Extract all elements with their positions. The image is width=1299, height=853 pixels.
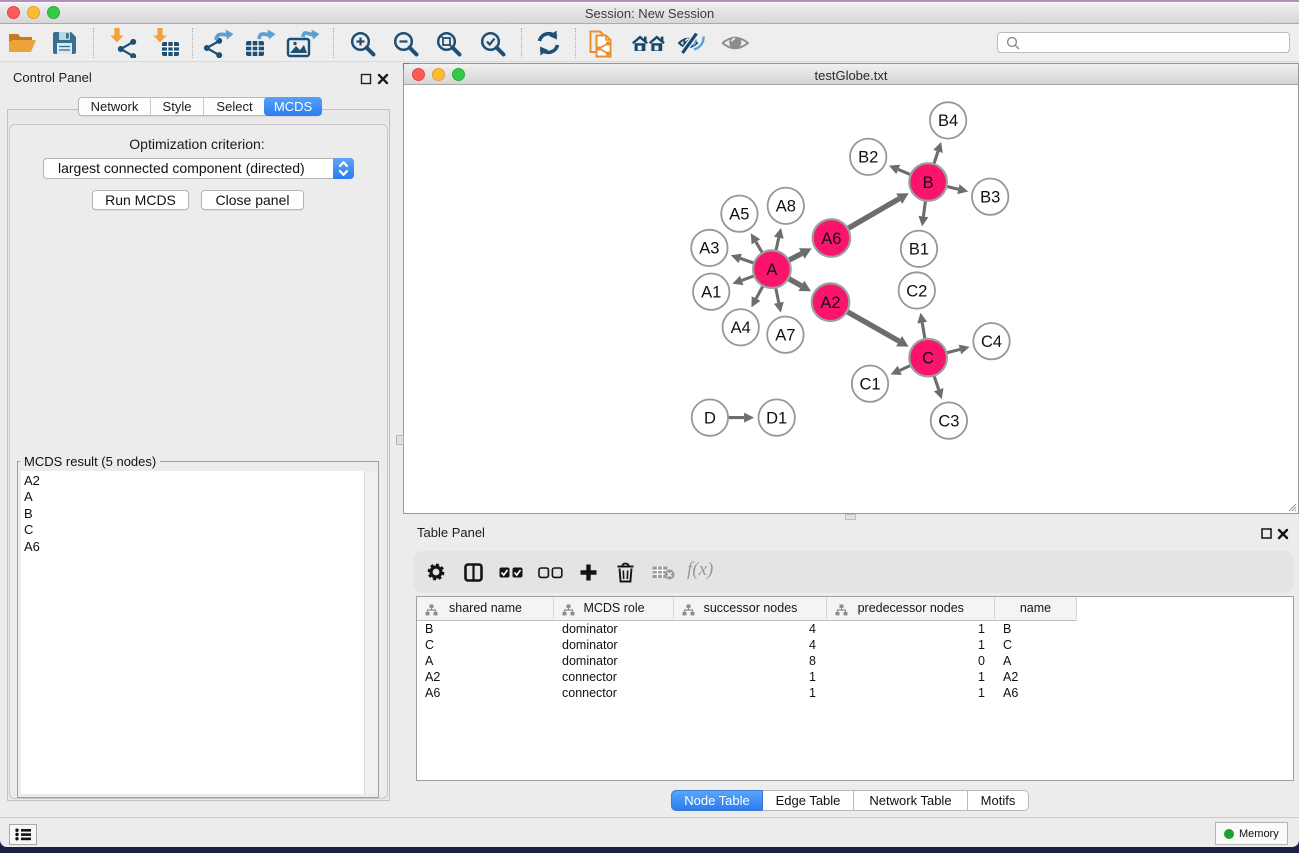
svg-text:A2: A2 (820, 294, 840, 312)
svg-text:C2: C2 (906, 282, 927, 300)
svg-text:A5: A5 (729, 206, 749, 224)
svg-text:B3: B3 (980, 189, 1000, 207)
svg-text:B: B (923, 174, 934, 192)
svg-text:A1: A1 (701, 284, 721, 302)
svg-text:D1: D1 (766, 409, 787, 427)
svg-text:C4: C4 (981, 333, 1002, 351)
svg-text:A3: A3 (699, 240, 719, 258)
svg-text:C: C (922, 350, 934, 368)
svg-text:B1: B1 (909, 241, 929, 259)
svg-text:A4: A4 (731, 319, 751, 337)
svg-text:A7: A7 (775, 327, 795, 345)
svg-text:C3: C3 (938, 412, 959, 430)
svg-text:A6: A6 (821, 230, 841, 248)
svg-text:C1: C1 (859, 376, 880, 394)
svg-text:D: D (704, 409, 716, 427)
svg-text:B2: B2 (858, 149, 878, 167)
svg-text:A8: A8 (776, 198, 796, 216)
svg-text:B4: B4 (938, 112, 958, 130)
svg-text:A: A (766, 261, 777, 279)
